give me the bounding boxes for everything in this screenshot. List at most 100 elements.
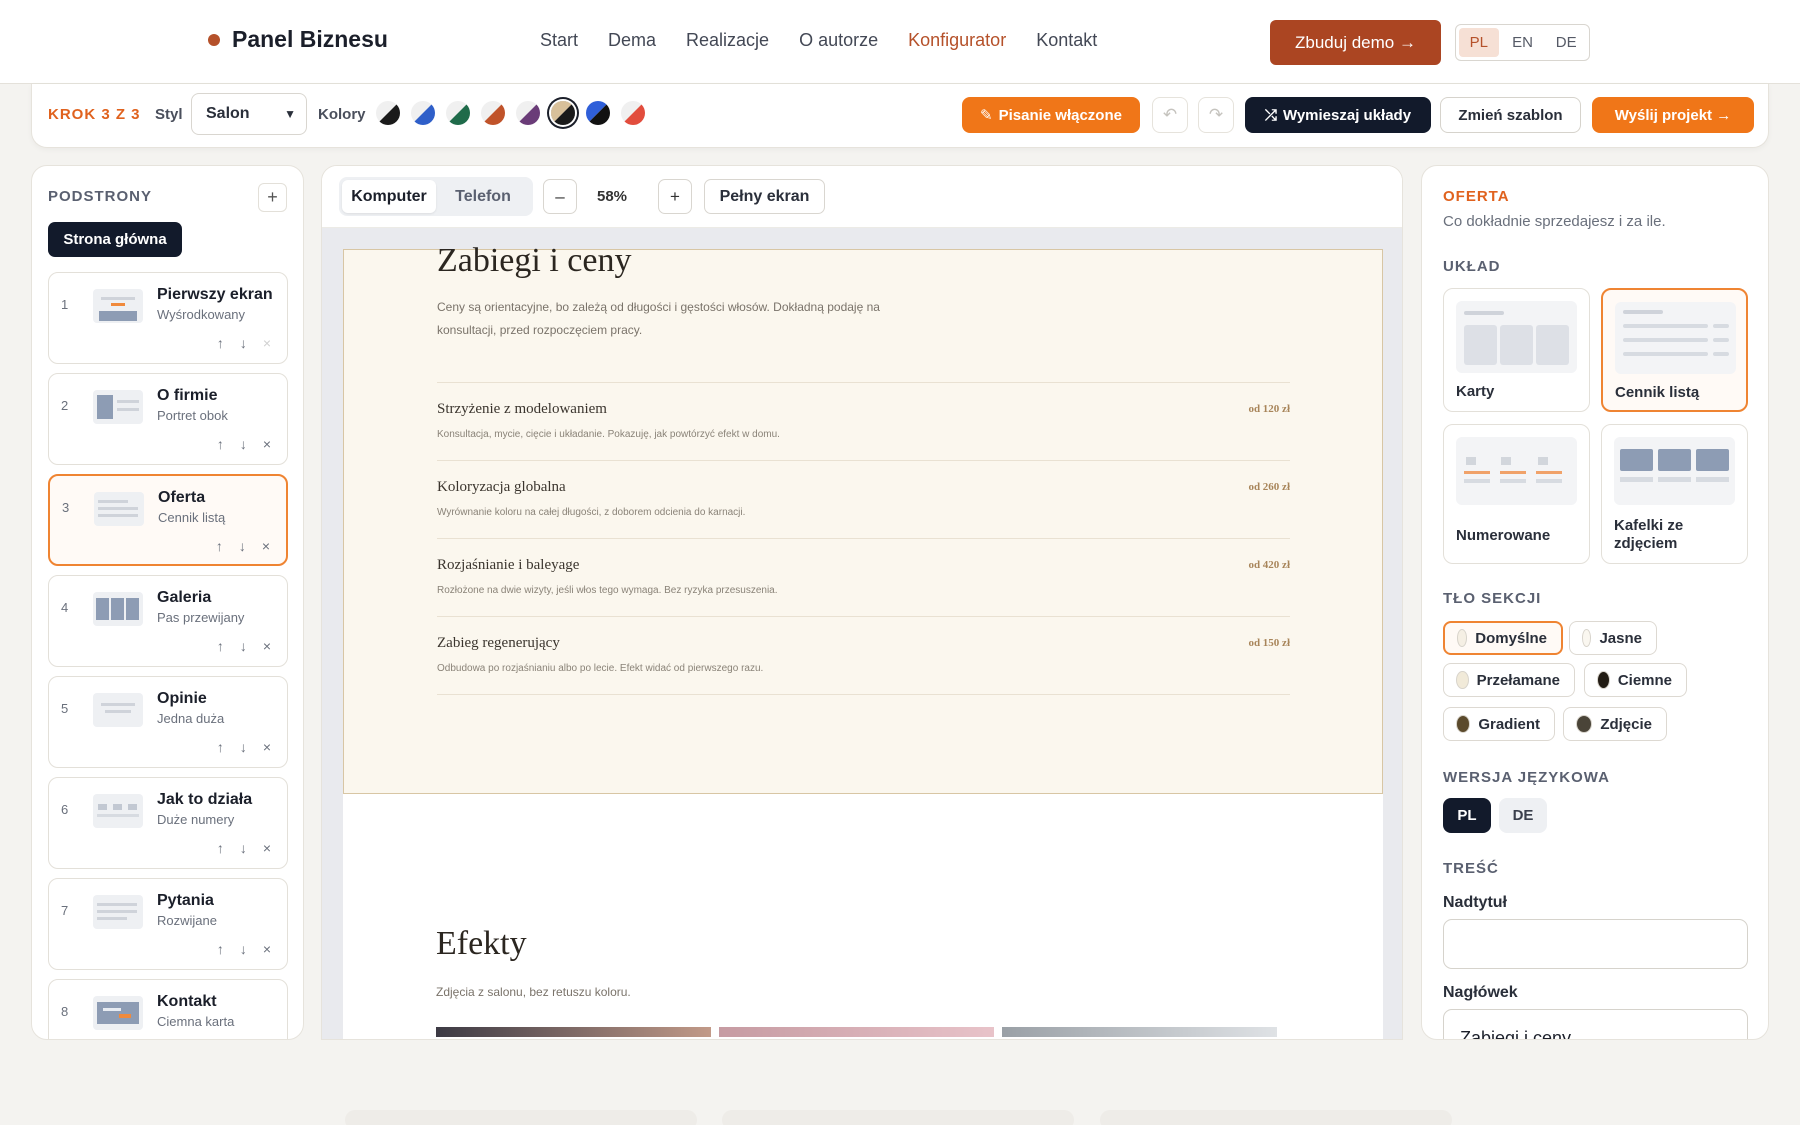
color-swatch[interactable] bbox=[411, 101, 435, 125]
layout-option-price-list[interactable]: Cennik listą bbox=[1601, 288, 1748, 412]
color-swatch[interactable] bbox=[551, 101, 575, 125]
move-down-button[interactable]: ↓ bbox=[240, 739, 247, 755]
remove-page-button[interactable]: × bbox=[263, 436, 271, 452]
layout-option-cards[interactable]: Karty bbox=[1443, 288, 1590, 412]
background-option-label: Jasne bbox=[1599, 629, 1642, 647]
move-down-button[interactable]: ↓ bbox=[240, 638, 247, 654]
background-option[interactable]: Jasne bbox=[1569, 621, 1657, 655]
page-item[interactable]: 3 Oferta Cennik listą ↑ ↓ × bbox=[48, 474, 288, 566]
zoom-in-button[interactable]: + bbox=[658, 179, 692, 214]
service-price: od 120 zł bbox=[1248, 403, 1290, 415]
remove-page-button[interactable]: × bbox=[262, 538, 270, 554]
heading-input[interactable]: Zabiegi i ceny bbox=[1443, 1009, 1748, 1039]
color-swatch[interactable] bbox=[481, 101, 505, 125]
lang-en[interactable]: EN bbox=[1503, 28, 1543, 57]
section-settings-panel: OFERTA Co dokładnie sprzedajesz i za ile… bbox=[1421, 165, 1769, 1040]
layout-price-list-preview bbox=[1615, 302, 1736, 374]
shuffle-icon: ⤮ bbox=[1264, 106, 1277, 124]
layout-option-photo-tiles[interactable]: Kafelki ze zdjęciem bbox=[1601, 424, 1748, 564]
page-item[interactable]: 6 Jak to działa Duże numery ↑ ↓ × bbox=[48, 777, 288, 869]
main-menu: Start Dema Realizacje O autorze Konfigur… bbox=[540, 30, 1097, 51]
color-swatch[interactable] bbox=[446, 101, 470, 125]
add-page-button[interactable]: + bbox=[258, 183, 287, 212]
change-template-button[interactable]: Zmień szablon bbox=[1440, 97, 1581, 133]
home-page-tab[interactable]: Strona główna bbox=[48, 222, 182, 257]
page-actions: ↑ ↓ × bbox=[217, 941, 271, 957]
nav-link-kontakt[interactable]: Kontakt bbox=[1036, 30, 1097, 51]
page-layout-thumbnail bbox=[93, 693, 143, 727]
move-down-button[interactable]: ↓ bbox=[240, 941, 247, 957]
color-swatches bbox=[376, 101, 645, 125]
zoom-out-button[interactable]: – bbox=[543, 179, 577, 214]
move-up-button[interactable]: ↑ bbox=[217, 840, 224, 856]
device-desktop-tab[interactable]: Komputer bbox=[342, 180, 436, 213]
page-item[interactable]: 7 Pytania Rozwijane ↑ ↓ × bbox=[48, 878, 288, 970]
nav-link-realizacje[interactable]: Realizacje bbox=[686, 30, 769, 51]
background-option[interactable]: Domyślne bbox=[1443, 621, 1563, 655]
background-option-label: Przełamane bbox=[1476, 671, 1560, 689]
color-swatch[interactable] bbox=[516, 101, 540, 125]
background-option[interactable]: Gradient bbox=[1443, 707, 1555, 741]
step-indicator: KROK 3 Z 3 bbox=[48, 106, 141, 123]
color-dot-icon bbox=[1576, 715, 1593, 733]
page-item[interactable]: 2 O firmie Portret obok ↑ ↓ × bbox=[48, 373, 288, 465]
lang-de[interactable]: DE bbox=[1546, 28, 1586, 57]
move-up-button[interactable]: ↑ bbox=[217, 638, 224, 654]
move-up-button[interactable]: ↑ bbox=[217, 941, 224, 957]
overtitle-label: Nadtytuł bbox=[1443, 894, 1507, 911]
move-down-button[interactable]: ↓ bbox=[240, 335, 247, 351]
nav-link-dema[interactable]: Dema bbox=[608, 30, 656, 51]
remove-page-button[interactable]: × bbox=[263, 840, 271, 856]
service-name: Zabieg regenerujący bbox=[437, 635, 560, 651]
device-phone-tab[interactable]: Telefon bbox=[436, 180, 530, 213]
color-swatch[interactable] bbox=[376, 101, 400, 125]
page-layout-name: Portret obok bbox=[157, 408, 228, 423]
page-layout-thumbnail bbox=[93, 895, 143, 929]
page-item[interactable]: 4 Galeria Pas przewijany ↑ ↓ × bbox=[48, 575, 288, 667]
service-price: od 260 zł bbox=[1248, 481, 1290, 493]
lang-version-pl[interactable]: PL bbox=[1443, 798, 1491, 833]
move-up-button[interactable]: ↑ bbox=[217, 739, 224, 755]
redo-button[interactable]: ↷ bbox=[1198, 97, 1234, 133]
language-version-heading: WERSJA JĘZYKOWA bbox=[1443, 769, 1610, 786]
move-down-button[interactable]: ↓ bbox=[239, 538, 246, 554]
writing-toggle-button[interactable]: ✎ Pisanie włączone bbox=[962, 97, 1140, 133]
nav-link-o-autorze[interactable]: O autorze bbox=[799, 30, 878, 51]
background-option-label: Ciemne bbox=[1617, 671, 1672, 689]
remove-page-button[interactable]: × bbox=[263, 638, 271, 654]
brand-logo[interactable]: Panel Biznesu bbox=[208, 26, 388, 53]
undo-button[interactable]: ↶ bbox=[1152, 97, 1188, 133]
offer-section-preview[interactable]: Zabiegi i ceny Ceny są orientacyjne, bo … bbox=[343, 242, 1383, 794]
page-item[interactable]: 1 Pierwszy ekran Wyśrodkowany ↑ ↓ × bbox=[48, 272, 288, 364]
shuffle-layouts-button[interactable]: ⤮ Wymieszaj układy bbox=[1245, 97, 1431, 133]
background-option[interactable]: Zdjęcie bbox=[1563, 707, 1667, 741]
remove-page-button[interactable]: × bbox=[263, 335, 271, 351]
remove-page-button[interactable]: × bbox=[263, 739, 271, 755]
move-up-button[interactable]: ↑ bbox=[216, 538, 223, 554]
move-down-button[interactable]: ↓ bbox=[240, 436, 247, 452]
remove-page-button[interactable]: × bbox=[263, 941, 271, 957]
page-number: 6 bbox=[61, 802, 69, 817]
page-item[interactable]: 5 Opinie Jedna duża ↑ ↓ × bbox=[48, 676, 288, 768]
overtitle-input[interactable] bbox=[1443, 919, 1748, 969]
style-select[interactable]: Salon ▼ bbox=[191, 93, 307, 135]
send-project-button[interactable]: Wyślij projekt → bbox=[1592, 97, 1754, 133]
move-up-button[interactable]: ↑ bbox=[217, 335, 224, 351]
background-option[interactable]: Przełamane bbox=[1443, 663, 1575, 697]
fullscreen-button[interactable]: Pełny ekran bbox=[704, 179, 825, 214]
page-name: Jak to działa bbox=[157, 791, 253, 808]
lang-version-de[interactable]: DE bbox=[1499, 798, 1547, 833]
page-item[interactable]: 8KontaktCiemna karta↑↓× bbox=[48, 979, 288, 1039]
move-up-button[interactable]: ↑ bbox=[217, 436, 224, 452]
background-option[interactable]: Ciemne bbox=[1584, 663, 1687, 697]
nav-link-start[interactable]: Start bbox=[540, 30, 578, 51]
page-layout-name: Jedna duża bbox=[157, 711, 225, 726]
layout-option-numbered[interactable]: Numerowane bbox=[1443, 424, 1590, 564]
nav-link-konfigurator[interactable]: Konfigurator bbox=[908, 30, 1006, 51]
color-swatch[interactable] bbox=[621, 101, 645, 125]
color-swatch[interactable] bbox=[586, 101, 610, 125]
lang-pl[interactable]: PL bbox=[1459, 28, 1499, 57]
build-demo-button[interactable]: Zbuduj demo → bbox=[1270, 20, 1441, 65]
offer-title: Zabiegi i ceny bbox=[437, 242, 632, 279]
move-down-button[interactable]: ↓ bbox=[240, 840, 247, 856]
